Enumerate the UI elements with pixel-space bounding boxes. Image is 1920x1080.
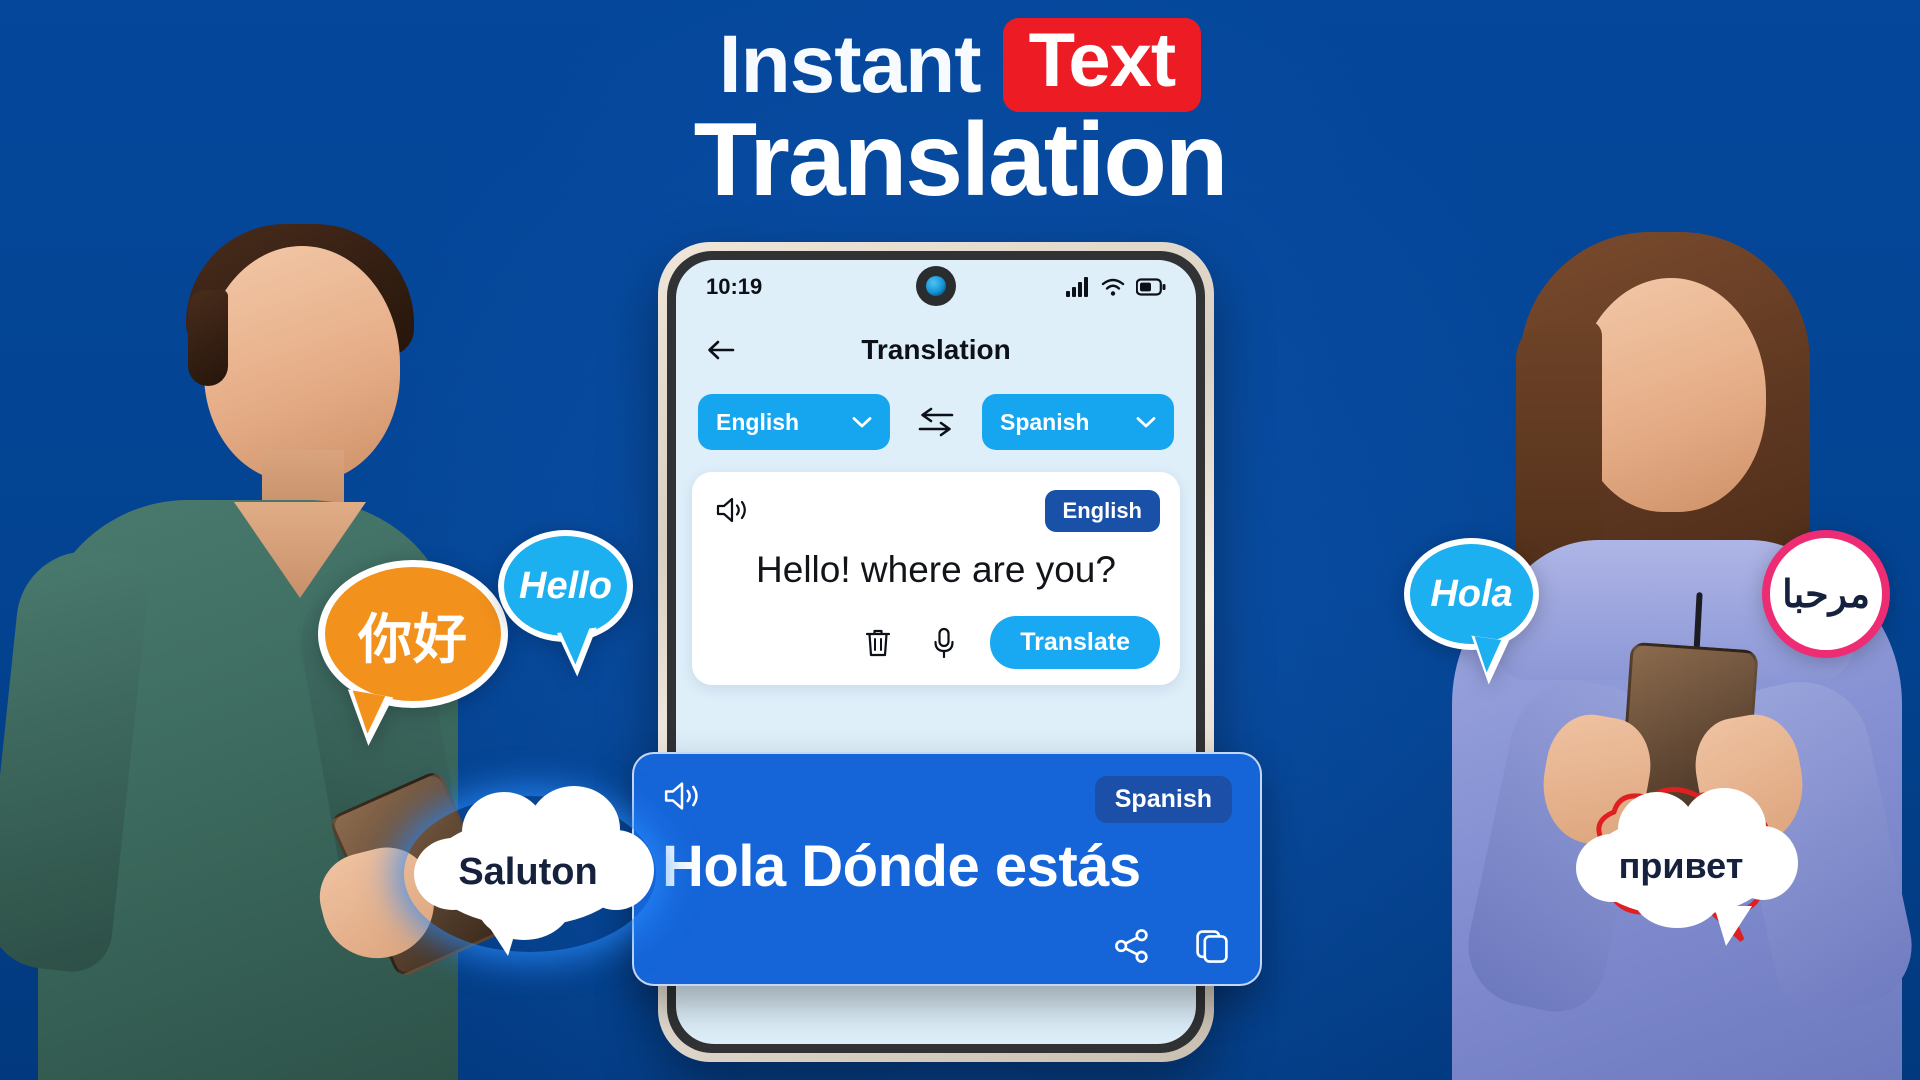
copy-icon[interactable] — [1192, 926, 1232, 966]
speech-bubble-privet-text: привет — [1618, 845, 1744, 886]
target-language-label: Spanish — [1000, 408, 1090, 435]
battery-icon — [1136, 278, 1166, 296]
source-text-card: English Hello! where are you? Translate — [692, 472, 1180, 686]
result-card-actions — [662, 926, 1232, 966]
translate-button[interactable]: Translate — [990, 616, 1160, 670]
status-time: 10:19 — [706, 274, 763, 299]
target-language-dropdown[interactable]: Spanish — [982, 394, 1174, 450]
chevron-down-icon — [1136, 416, 1156, 427]
speech-bubble-nihao: 你好 — [318, 560, 508, 749]
source-language-label: English — [716, 408, 800, 435]
result-card: Spanish Hola Dónde estás — [632, 752, 1262, 986]
speech-bubble-saluton-text: Saluton — [458, 850, 598, 893]
headline-word-translation: Translation — [693, 102, 1229, 219]
source-card-actions: Translate — [712, 616, 1160, 670]
speech-bubble-hola-text: Hola — [1430, 572, 1513, 615]
speech-bubble-saluton: Saluton — [414, 786, 654, 956]
translated-text: Hola Dónde estás — [662, 834, 1141, 899]
page-title: Translation — [861, 334, 1011, 365]
speaker-icon[interactable] — [712, 490, 752, 530]
speech-bubble-marhaba-text: مرحبا — [1782, 573, 1870, 616]
speech-bubble-hello-text: Hello — [519, 564, 612, 607]
headline-word-instant: Instant — [718, 19, 982, 111]
wifi-icon — [1101, 278, 1125, 296]
status-bar: 10:19 — [676, 260, 1196, 314]
status-icons — [1066, 277, 1166, 297]
source-text[interactable]: Hello! where are you? — [712, 548, 1160, 592]
speech-bubble-nihao-text: 你好 — [358, 609, 468, 670]
source-language-dropdown[interactable]: English — [698, 394, 890, 450]
front-camera-icon — [916, 266, 956, 306]
target-language-badge: Spanish — [1094, 776, 1232, 823]
result-card-header: Spanish — [662, 776, 1232, 823]
signal-bars-icon — [1066, 277, 1088, 297]
speech-bubble-marhaba: مرحبا — [1762, 530, 1890, 658]
swap-arrows-icon — [918, 407, 954, 437]
speech-bubble-hello: Hello — [498, 530, 633, 679]
speaker-icon[interactable] — [662, 776, 702, 816]
microphone-icon[interactable] — [924, 623, 964, 663]
source-language-badge: English — [1044, 490, 1160, 532]
back-arrow-icon[interactable] — [702, 331, 740, 369]
app-bar: Translation — [676, 314, 1196, 386]
language-selector-row: English Spanish — [676, 386, 1196, 472]
chevron-down-icon — [852, 416, 872, 427]
headline-badge-text: Text — [1002, 18, 1202, 113]
headline: Instant Text Translation — [0, 18, 1920, 214]
swap-languages-button[interactable] — [908, 394, 964, 450]
source-card-header: English — [712, 490, 1160, 532]
share-icon[interactable] — [1112, 926, 1152, 966]
speech-bubble-hola: Hola — [1404, 538, 1539, 687]
trash-icon[interactable] — [858, 623, 898, 663]
speech-bubble-privet: привет — [1576, 788, 1798, 946]
